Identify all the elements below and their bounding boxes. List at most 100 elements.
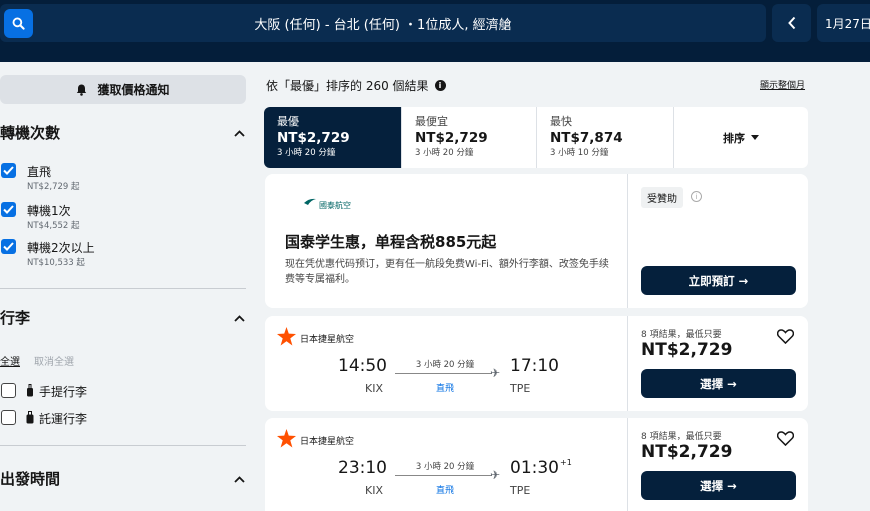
previous-date-button[interactable] — [772, 4, 811, 42]
checked-bag-checkbox[interactable] — [1, 410, 16, 425]
filter-sidebar: 獲取價格通知 轉機次數 直飛 NT$2,729 起 轉機1次 NT$4,552 … — [0, 62, 250, 511]
divider — [0, 288, 246, 289]
ad-description: 现在凭优惠代码预订，更有任一航段免费Wi-Fi、額外行李額、改签免手续费等专属福… — [285, 259, 609, 285]
departure-time: 23:10 — [338, 458, 387, 478]
cathay-logo-icon — [304, 198, 316, 205]
sponsored-ad-card[interactable]: 國泰航空 国泰学生惠，单程含税885元起 现在凭优惠代码预订，更有任一航段免费W… — [265, 174, 808, 308]
stops-direct-price: NT$2,729 起 — [27, 182, 80, 192]
arrival-time: 01:30+1 — [510, 458, 572, 478]
stops-two-plus-label: 轉機2次以上 — [27, 241, 95, 255]
tab-best-price: NT$2,729 — [277, 130, 350, 146]
search-icon — [12, 17, 25, 30]
tab-cheapest-label: 最便宜 — [415, 115, 448, 128]
heart-icon[interactable] — [777, 431, 794, 446]
tab-cheapest-duration: 3 小時 20 分鐘 — [415, 148, 474, 158]
results-main: 依「最優」排序的 260 個結果 i 顯示整個月 最優 NT$2,729 3 小… — [264, 62, 870, 511]
search-button[interactable] — [4, 9, 33, 38]
top-bar: 大阪 (任何) - 台北 (任何) ・1位成人, 經濟艙 1月27日 — [0, 0, 870, 62]
carry-on-bag-icon — [27, 384, 33, 397]
checkmark-icon — [3, 242, 14, 251]
tab-cheapest[interactable]: 最便宜 NT$2,729 3 小時 20 分鐘 — [402, 107, 537, 168]
route-line — [395, 373, 492, 374]
flight-result-card[interactable]: 日本捷星航空 23:10 KIX 3 小時 20 分鐘 ✈ 直飛 01:30+1… — [265, 418, 808, 511]
tab-fastest[interactable]: 最快 NT$7,874 3 小時 10 分鐘 — [537, 107, 674, 168]
arrival-airport: TPE — [510, 484, 531, 497]
departure-time: 14:50 — [338, 356, 387, 376]
flight-price: NT$2,729 — [641, 442, 733, 462]
caret-down-icon — [751, 135, 759, 140]
stops-label: 直飛 — [435, 486, 454, 496]
sort-label: 排序 — [723, 131, 745, 145]
info-icon[interactable]: i — [434, 80, 446, 91]
tab-best-label: 最優 — [277, 115, 299, 128]
checked-bag-label: 託運行李 — [39, 412, 88, 426]
checkmark-icon — [3, 166, 14, 175]
price-alert-label: 獲取價格通知 — [97, 83, 170, 97]
tab-fastest-price: NT$7,874 — [550, 130, 623, 146]
deals-count: 8 項結果，最低只要 — [641, 330, 722, 340]
price-alert-button[interactable]: 獲取價格通知 — [0, 75, 246, 104]
route-line — [395, 475, 492, 476]
select-flight-button[interactable]: 選擇 → — [641, 369, 796, 398]
airline-name: 日本捷星航空 — [300, 335, 355, 345]
stops-section-title: 轉機次數 — [0, 124, 61, 142]
departure-airport: KIX — [365, 484, 383, 497]
arrival-airport: TPE — [510, 382, 531, 395]
select-flight-button[interactable]: 選擇 → — [641, 471, 796, 500]
stops-one-checkbox[interactable] — [1, 202, 16, 217]
book-now-button[interactable]: 立即預訂 → — [641, 266, 796, 295]
deals-count: 8 項結果，最低只要 — [641, 432, 722, 442]
date-button[interactable]: 1月27日 — [817, 4, 870, 42]
airplane-icon: ✈ — [490, 468, 501, 482]
departure-collapse-chevron-up-icon[interactable] — [234, 473, 245, 486]
bell-icon — [77, 84, 87, 96]
baggage-collapse-chevron-up-icon[interactable] — [234, 312, 245, 325]
card-divider — [627, 316, 628, 411]
carry-on-bag-label: 手提行李 — [39, 385, 88, 399]
info-icon[interactable]: i — [691, 191, 702, 202]
baggage-select-all-link[interactable]: 全選 — [0, 353, 20, 368]
baggage-clear-all-link[interactable]: 取消全選 — [34, 353, 74, 368]
arrival-time-value: 17:10 — [510, 356, 559, 376]
departure-time-section-title: 出發時間 — [0, 470, 61, 488]
checkmark-icon — [3, 205, 14, 214]
search-summary[interactable]: 大阪 (任何) - 台北 (任何) ・1位成人, 經濟艙 — [0, 4, 766, 42]
card-divider — [627, 174, 628, 308]
flight-duration: 3 小時 20 分鐘 — [415, 462, 475, 472]
stops-label: 直飛 — [435, 384, 454, 394]
baggage-section-title: 行李 — [0, 309, 31, 327]
results-count-text: 依「最優」排序的 260 個結果 — [266, 79, 429, 93]
airline-name: 日本捷星航空 — [300, 437, 355, 447]
chevron-left-icon — [787, 16, 795, 30]
stops-one-label: 轉機1次 — [27, 204, 71, 218]
jetstar-star-icon — [277, 429, 296, 448]
sort-dropdown[interactable]: 排序 — [674, 107, 808, 168]
stops-two-plus-checkbox[interactable] — [1, 239, 16, 254]
tab-best-duration: 3 小時 20 分鐘 — [277, 148, 336, 158]
date-label: 1月27日 — [825, 16, 870, 31]
flight-result-card[interactable]: 日本捷星航空 14:50 KIX 3 小時 20 分鐘 ✈ 直飛 17:10 T… — [265, 316, 808, 411]
sort-tabs: 最優 NT$2,729 3 小時 20 分鐘 最便宜 NT$2,729 3 小時… — [264, 107, 808, 168]
jetstar-star-icon — [277, 327, 296, 346]
sponsored-badge: 受贊助 — [641, 187, 683, 208]
tab-cheapest-price: NT$2,729 — [415, 130, 488, 146]
card-divider — [627, 418, 628, 511]
stops-one-price: NT$4,552 起 — [27, 221, 80, 231]
plus-days: +1 — [560, 458, 572, 467]
tab-best[interactable]: 最優 NT$2,729 3 小時 20 分鐘 — [264, 107, 402, 168]
tab-fastest-label: 最快 — [550, 115, 572, 128]
stops-direct-checkbox[interactable] — [1, 163, 16, 178]
search-query-text: 大阪 (任何) - 台北 (任何) ・1位成人, 經濟艙 — [254, 17, 512, 33]
airplane-icon: ✈ — [490, 366, 501, 380]
divider — [0, 445, 246, 446]
show-month-link[interactable]: 顯示整個月 — [760, 78, 805, 91]
carry-on-bag-checkbox[interactable] — [1, 383, 16, 398]
tab-fastest-duration: 3 小時 10 分鐘 — [550, 148, 609, 158]
stops-collapse-chevron-up-icon[interactable] — [234, 127, 245, 140]
arrival-time: 17:10 — [510, 356, 560, 376]
stops-direct-label: 直飛 — [27, 165, 52, 179]
results-summary: 依「最優」排序的 260 個結果 i — [266, 77, 446, 94]
arrival-time-value: 01:30 — [510, 458, 559, 478]
heart-icon[interactable] — [777, 329, 794, 344]
stops-two-plus-price: NT$10,533 起 — [27, 258, 85, 268]
